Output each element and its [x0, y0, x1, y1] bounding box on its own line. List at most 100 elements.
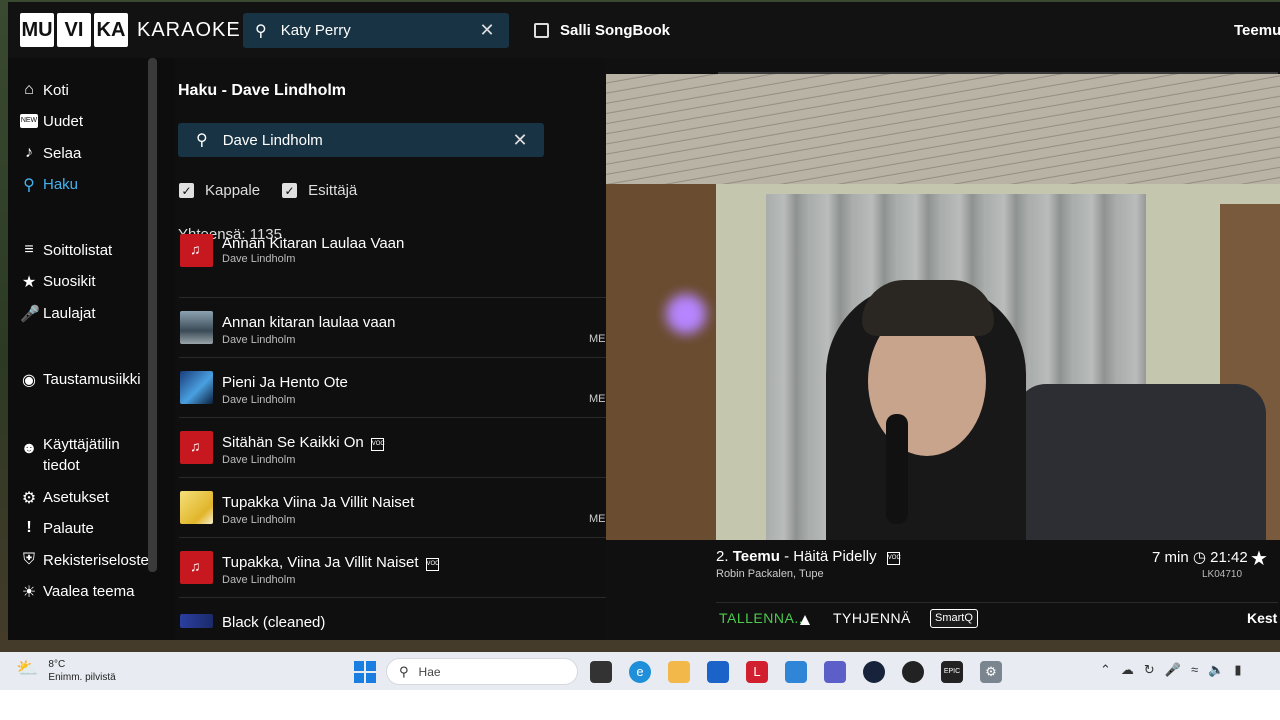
sidebar-item-selaa[interactable]: ♪ Selaa	[20, 143, 153, 164]
songbook-checkbox[interactable]: Salli SongBook	[534, 22, 670, 39]
sidebar-item-laulajat[interactable]: 🎤 Laulajat	[20, 303, 153, 324]
webcam-shelf	[606, 184, 716, 540]
temperature: 8°C	[48, 659, 66, 670]
voc-badge: VOC	[886, 552, 901, 565]
logo-letter: MU	[20, 13, 54, 47]
cloud-sun-icon: ⛅	[16, 658, 39, 678]
sidebar-scrollbar[interactable]	[148, 58, 157, 572]
sidebar-item-asetukset[interactable]: ⚙ Asetukset	[20, 487, 153, 508]
sidebar-item-haku[interactable]: ⚲ Haku	[20, 174, 153, 195]
settings-icon[interactable]: ⚙	[980, 661, 1002, 683]
task-view-icon[interactable]	[590, 661, 612, 683]
clear-queue-button[interactable]: TYHJENNÄ	[833, 610, 911, 626]
star-icon: ★	[21, 274, 37, 291]
queue-item[interactable]: 2. Teemu - Häitä Pidelly VOC Robin Packa…	[716, 548, 1278, 596]
song-thumbnail	[180, 614, 213, 628]
webcam-ceiling	[606, 74, 1280, 184]
webcam-lamp	[666, 294, 706, 334]
song-row[interactable]: Pieni Ja Hento Ote Dave Lindholm MEL	[179, 358, 606, 418]
search-icon: ⚲	[23, 177, 35, 194]
weather-widget[interactable]: ⛅ 8°C Enimm. pilvistä	[16, 658, 116, 684]
checkbox-icon[interactable]	[534, 23, 549, 38]
song-title-text: Pieni Ja Hento Ote	[222, 374, 348, 391]
song-row[interactable]: Annan kitaran laulaa vaan Dave Lindholm ME…	[179, 298, 606, 358]
microphone-icon[interactable]: 🎤	[1165, 662, 1181, 678]
file-explorer-icon[interactable]	[668, 661, 690, 683]
search-filters: ✓ Kappale ✓ Esittäjä	[179, 182, 379, 199]
song-row[interactable]: Tupakka, Viina Ja Villit Naiset VOC Dave L…	[179, 538, 606, 598]
song-row[interactable]: Tupakka Viina Ja Villit Naiset Dave Lindh…	[179, 478, 606, 538]
top-search-value: Katy Perry	[280, 22, 351, 39]
save-button[interactable]: TALLENNA...	[719, 610, 808, 626]
mouse-cursor-icon	[800, 615, 810, 625]
music-note-icon: ♪	[25, 144, 33, 161]
smartq-toggle[interactable]: SmartQ	[930, 609, 978, 628]
sync-icon[interactable]: ↻	[1144, 662, 1155, 678]
search-input[interactable]: ⚲ Dave Lindholm ✕	[178, 123, 544, 157]
cloud-icon[interactable]: ☁	[1121, 662, 1134, 678]
song-thumbnail	[180, 371, 213, 404]
queue-duration-label: Kest	[1247, 610, 1278, 626]
media-icon[interactable]	[902, 661, 924, 683]
mel-label: MEL	[589, 393, 606, 405]
song-artist: Dave Lindholm	[222, 253, 296, 265]
sidebar-item-koti[interactable]: ⌂ Koti	[20, 80, 153, 101]
lastpass-icon[interactable]: L	[746, 661, 768, 683]
teams-icon[interactable]	[824, 661, 846, 683]
song-title: Annan Kitaran Laulaa Vaan	[222, 235, 404, 252]
sidebar-item-suosikit[interactable]: ★ Suosikit	[20, 271, 153, 292]
queue-artist: Robin Packalen, Tupe	[716, 568, 824, 580]
song-title: Pieni Ja Hento Ote	[222, 374, 348, 391]
queue-wait: 7 min	[1152, 549, 1189, 566]
song-row[interactable]: Annan Kitaran Laulaa VaanDave Lindholm	[179, 234, 606, 298]
sidebar-item-label: Selaa	[43, 145, 82, 162]
queue-index: 2.	[716, 548, 729, 565]
songbook-label: Salli SongBook	[560, 22, 671, 39]
taskbar-search-placeholder: Hae	[418, 664, 441, 679]
account-icon: ☻	[20, 440, 38, 457]
system-tray: ⌃ ☁ ↻ 🎤 ≈ 🔈 ▮	[1100, 662, 1241, 678]
queue-singer: Teemu	[732, 548, 780, 565]
screen: MU VI KA KARAOKE ⚲ Katy Perry ✕ Salli So…	[0, 0, 1280, 720]
sidebar-item-rekisteriseloste[interactable]: ⛨ Rekisteriseloste	[20, 550, 153, 571]
sidebar-item-label: Taustamusiikki	[43, 371, 141, 388]
edge-icon[interactable]: e	[629, 661, 651, 683]
song-filter-checkbox[interactable]: ✓	[179, 183, 194, 198]
sidebar-item-taustamusiikki[interactable]: ◉ Taustamusiikki	[20, 369, 153, 390]
sidebar-item-vaalea-teema[interactable]: ☀ Vaalea teema	[20, 581, 153, 602]
sidebar-item-uudet[interactable]: NEW Uudet	[20, 111, 153, 132]
sidebar-item-palaute[interactable]: ! Palaute	[20, 518, 153, 539]
song-row[interactable]: Sitähän Se Kaikki On VOC Dave Lindholm	[179, 418, 606, 478]
windows-start-icon[interactable]	[354, 661, 376, 683]
sidebar-item-label: Laulajat	[43, 305, 96, 322]
weather-condition: Enimm. pilvistä	[48, 672, 116, 683]
battery-icon[interactable]: ▮	[1234, 662, 1241, 678]
queue-item-title: 2. Teemu - Häitä Pidelly VOC	[716, 548, 901, 565]
song-title: Sitähän Se Kaikki On VOC	[222, 434, 385, 451]
sidebar-item-label: Palaute	[43, 520, 94, 537]
taskbar-search-input[interactable]: ⚲ Hae	[386, 658, 578, 685]
sidebar-item-kayttajatili[interactable]: ☻ Käyttäjätilin tiedot	[20, 434, 153, 476]
user-name[interactable]: Teemu	[1234, 22, 1280, 39]
microphone-icon: 🎤	[20, 306, 40, 323]
store-icon[interactable]	[707, 661, 729, 683]
top-search-input[interactable]: ⚲ Katy Perry ✕	[243, 13, 509, 48]
sidebar-item-soittolistat[interactable]: ≡ Soittolistat	[20, 240, 153, 261]
epic-games-icon[interactable]: EPIC	[941, 661, 963, 683]
clear-search-icon[interactable]: ✕	[510, 130, 530, 151]
screen-bottom	[0, 690, 1280, 720]
windows-taskbar: ⛅ 8°C Enimm. pilvistä ⚲ Hae e L EPIC ⚙ ⌃…	[0, 652, 1280, 690]
feedback-icon: !	[26, 519, 32, 536]
song-row[interactable]: Black (cleaned)04:02★	[179, 598, 606, 640]
chevron-up-icon[interactable]: ⌃	[1100, 662, 1111, 678]
artist-filter-checkbox[interactable]: ✓	[282, 183, 298, 198]
wifi-icon[interactable]: ≈	[1191, 662, 1198, 678]
volume-icon[interactable]: 🔈	[1208, 662, 1224, 678]
gear-icon: ⚙	[21, 490, 37, 507]
voc-badge: VOC	[370, 438, 385, 451]
muvika-logo[interactable]: MU VI KA KARAOKE	[20, 13, 241, 47]
steam-icon[interactable]	[863, 661, 885, 683]
favorite-star-icon[interactable]: ★	[1250, 546, 1268, 571]
clear-search-icon[interactable]: ✕	[477, 20, 497, 41]
outlook-icon[interactable]	[785, 661, 807, 683]
